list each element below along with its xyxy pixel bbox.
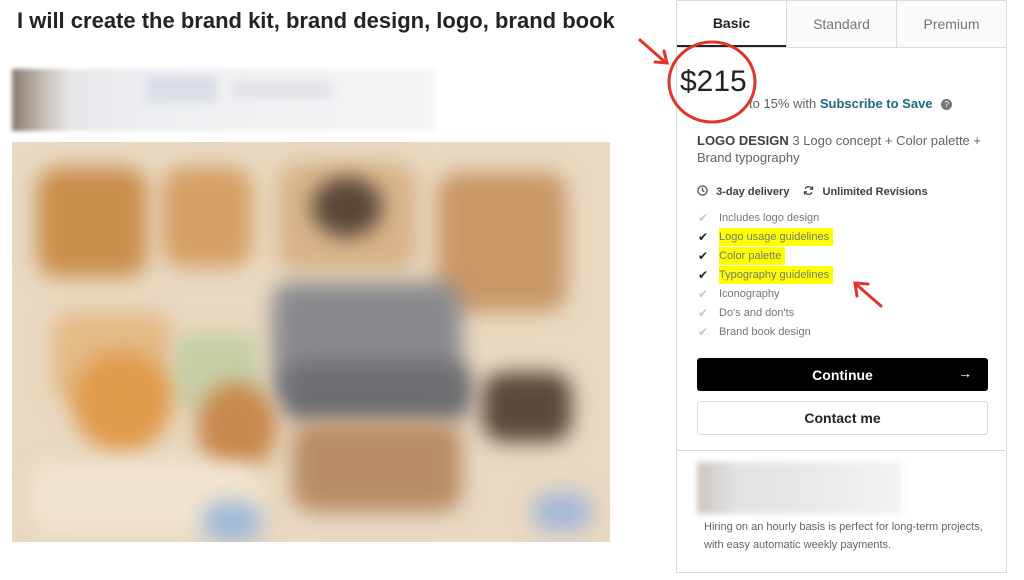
save-prefix: to 15% with xyxy=(749,96,817,111)
continue-button[interactable]: Continue → xyxy=(697,358,988,391)
package-description: LOGO DESIGN 3 Logo concept + Color palet… xyxy=(697,132,997,166)
feature-item: ✔ Do's and don'ts xyxy=(695,303,833,322)
feature-item: ✔ Includes logo design xyxy=(695,208,833,227)
arrow-right-icon: → xyxy=(958,365,972,381)
check-icon: ✔ xyxy=(697,248,709,263)
check-icon: ✔ xyxy=(697,324,709,339)
revisions-label: Unlimited Revisions xyxy=(822,186,928,198)
delivery-meta: 3-day delivery Unlimited Revisions xyxy=(697,185,928,198)
hourly-offer-card: Hiring on an hourly basis is perfect for… xyxy=(676,451,1007,573)
clock-icon xyxy=(697,185,711,198)
package-tabs: Basic Standard Premium xyxy=(677,1,1006,48)
contact-me-button[interactable]: Contact me xyxy=(697,401,988,435)
feature-item: ✔ Typography guidelines xyxy=(695,265,834,284)
arrow-annotation-price xyxy=(638,38,669,65)
revisions-info: Unlimited Revisions xyxy=(803,185,928,198)
check-icon: ✔ xyxy=(697,229,709,244)
package-price: $215 xyxy=(680,65,747,98)
feature-item: ✔ Logo usage guidelines xyxy=(695,227,834,246)
feature-item: ✔ Color palette xyxy=(695,246,833,265)
continue-label: Continue xyxy=(812,366,873,383)
seller-info-blurred xyxy=(12,69,435,131)
feature-list: ✔ Includes logo design ✔ Logo usage guidel… xyxy=(695,208,834,341)
hourly-image-blurred xyxy=(697,462,902,514)
check-icon: ✔ xyxy=(697,267,709,282)
tab-premium[interactable]: Premium xyxy=(896,1,1006,47)
package-name: LOGO DESIGN xyxy=(697,133,789,148)
package-panel: Basic Standard Premium $215 to 15% with … xyxy=(676,0,1007,451)
delivery-label: 3-day delivery xyxy=(716,186,790,198)
feature-item: ✔ Iconography xyxy=(695,284,833,303)
subscribe-save-line: to 15% with Subscribe to Save ? xyxy=(749,96,953,111)
hourly-text: Hiring on an hourly basis is perfect for… xyxy=(704,521,983,551)
tab-standard[interactable]: Standard xyxy=(786,1,896,47)
subscribe-to-save-link[interactable]: Subscribe to Save xyxy=(820,96,933,111)
feature-item: ✔ Brand book design xyxy=(695,322,833,341)
tab-basic[interactable]: Basic xyxy=(677,1,786,47)
gig-gallery-image[interactable] xyxy=(12,142,610,542)
delivery-time: 3-day delivery xyxy=(697,185,789,198)
gig-title: I will create the brand kit, brand desig… xyxy=(17,8,615,33)
check-icon: ✔ xyxy=(697,210,709,225)
help-icon[interactable]: ? xyxy=(941,99,953,110)
check-icon: ✔ xyxy=(697,286,709,301)
check-icon: ✔ xyxy=(697,305,709,320)
refresh-icon xyxy=(803,186,817,198)
